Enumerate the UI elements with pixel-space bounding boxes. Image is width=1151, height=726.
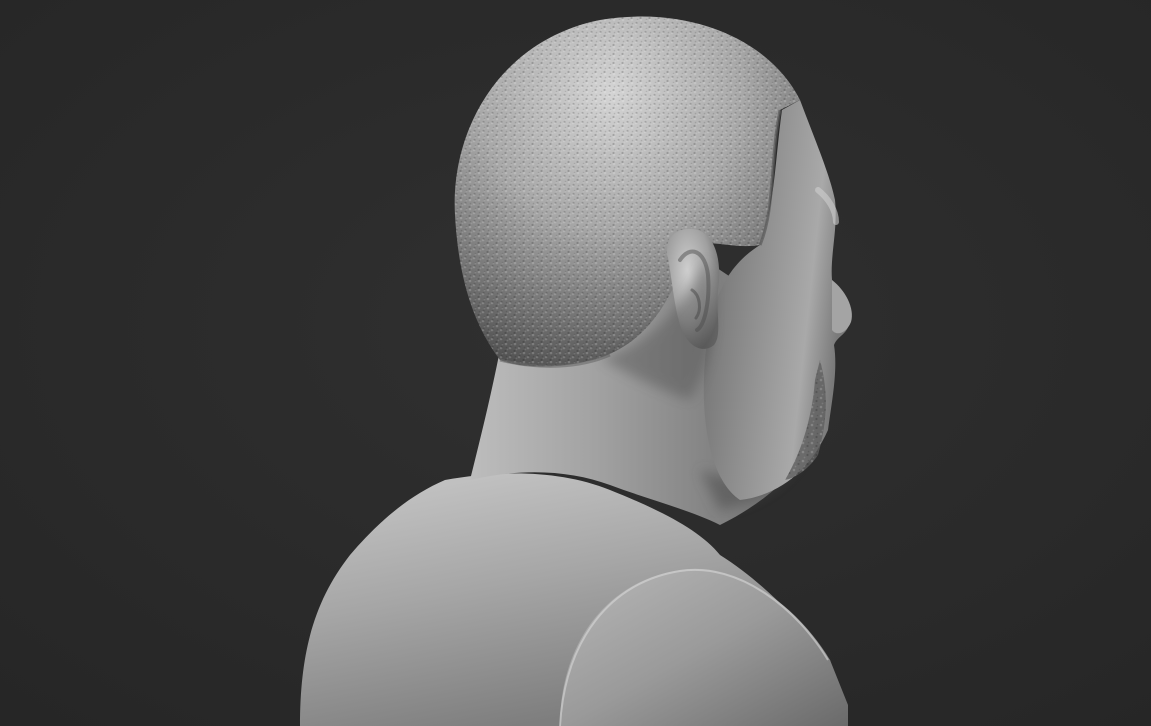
bust-render [0,0,1151,726]
sculpt-viewport [0,0,1151,726]
